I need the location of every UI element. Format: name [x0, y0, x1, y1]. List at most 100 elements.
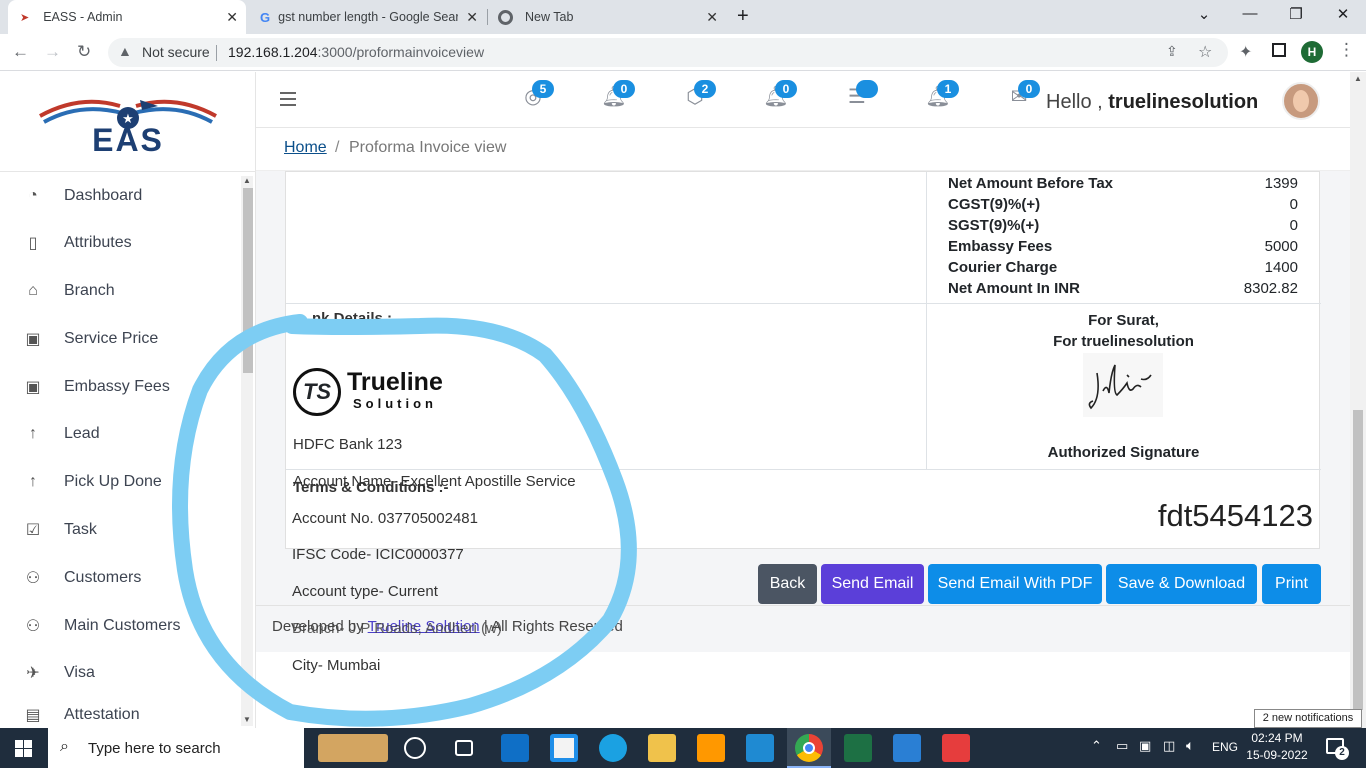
sidebar-scroll-thumb[interactable] [243, 188, 253, 373]
tab-title: gst number length - Google Sear [278, 10, 459, 24]
extensions-icon[interactable]: ✦ [1239, 42, 1252, 62]
sidebar-item-main-customers[interactable]: ⚇ Main Customers [0, 606, 236, 646]
language-indicator[interactable]: ENG [1212, 740, 1238, 754]
browser-menu-icon[interactable]: ⋮ [1338, 40, 1355, 60]
cortana-icon[interactable] [404, 737, 426, 759]
table-divider [286, 303, 1321, 304]
url-text[interactable]: 192.168.1.204:3000/proformainvoiceview [228, 44, 484, 60]
task-view-icon[interactable] [455, 740, 473, 756]
sidebar-item-label: Branch [64, 282, 115, 299]
new-tab-button[interactable]: + [737, 5, 749, 28]
close-window-icon[interactable]: ✕ [1331, 5, 1355, 23]
sidebar-item-dashboard[interactable]: ◔ Dashboard [0, 176, 236, 216]
back-arrow-icon[interactable]: ← [12, 42, 29, 62]
tray-meet-icon[interactable]: ▭ [1116, 738, 1128, 754]
chrome-icon [795, 734, 823, 762]
photos-icon[interactable] [893, 734, 921, 762]
sidebar-item-lead[interactable]: ↑ Lead [0, 414, 236, 454]
eas-logo[interactable]: ★ EAS [0, 72, 256, 172]
security-label[interactable]: Not secure [142, 44, 210, 60]
star-icon[interactable]: ☆ [1198, 42, 1212, 62]
chrome-taskbar-active[interactable] [787, 728, 831, 768]
sidebar-item-attributes[interactable]: ▯ Attributes [0, 223, 236, 263]
list-icon[interactable]: ☰ [842, 80, 878, 114]
page-scroll-thumb[interactable] [1353, 410, 1363, 710]
restore-icon[interactable]: ❐ [1284, 5, 1308, 23]
clock-time[interactable]: 02:24 PM [1246, 731, 1308, 745]
side-panel-icon[interactable] [1272, 43, 1286, 57]
share-icon[interactable]: ⇪ [1166, 43, 1178, 60]
bell-icon[interactable]: 🔔︎ 0 [761, 80, 797, 114]
scroll-down-icon[interactable]: ▼ [243, 715, 251, 724]
logo-text: EAS [92, 122, 164, 158]
tray-chevron-icon[interactable]: ⌃ [1091, 738, 1102, 754]
support-icon[interactable]: ◎ 5 [518, 80, 554, 114]
scroll-up-icon[interactable]: ▲ [1354, 74, 1362, 83]
greeting-text: Hello , [1046, 91, 1103, 113]
scroll-up-icon[interactable]: ▲ [243, 176, 251, 185]
reload-icon[interactable]: ↻ [77, 42, 91, 62]
trueline-logo: TS Trueline Solution [293, 366, 453, 418]
file-explorer-icon[interactable] [648, 734, 676, 762]
mail-app-icon[interactable] [501, 734, 529, 762]
breadcrumb-home-link[interactable]: Home [284, 139, 327, 157]
avatar[interactable] [1282, 82, 1320, 120]
print-button[interactable]: Print [1262, 564, 1321, 604]
tab-eass-admin[interactable]: ➤ EASS - Admin ✕ [8, 0, 246, 34]
sidebar-item-task[interactable]: ☑ Task [0, 510, 236, 550]
sidebar-item-service-price[interactable]: ▣ Service Price [0, 319, 236, 359]
sidebar-item-label: Service Price [64, 330, 159, 347]
taskbar-search-box[interactable]: ⌕ Type here to search [48, 728, 304, 768]
page-scrollbar[interactable]: ▲ [1350, 72, 1366, 728]
summary-row: CGST(9)%(+) 0 [948, 196, 1298, 217]
tab-search-icon[interactable]: ⌄ [1192, 5, 1216, 23]
sidebar-scrollbar[interactable]: ▲ ▼ [241, 176, 253, 726]
bell-icon[interactable]: 🔔︎ 1 [923, 80, 959, 114]
close-tab-icon[interactable]: ✕ [466, 9, 478, 26]
book-icon: ▯ [28, 235, 38, 252]
sidebar-item-label: Customers [64, 569, 142, 586]
notification-toast[interactable]: 2 new notifications [1254, 709, 1362, 728]
box-icon[interactable]: ⬡ 2 [680, 80, 716, 114]
hamburger-menu-icon[interactable] [280, 92, 296, 106]
gauge-icon: ◔ [28, 187, 38, 204]
content-lower-area [256, 652, 1350, 728]
tab-google-search[interactable]: G gst number length - Google Sear ✕ [250, 0, 486, 34]
sublime-icon[interactable] [697, 734, 725, 762]
send-email-pdf-button[interactable]: Send Email With PDF [928, 564, 1102, 604]
tab-new-tab[interactable]: New Tab ✕ [490, 0, 726, 34]
sidebar-item-label: Dashboard [64, 187, 143, 204]
tray-display-icon[interactable]: ▣ [1139, 738, 1151, 754]
store-icon[interactable] [550, 734, 578, 762]
forward-arrow-icon[interactable]: → [44, 42, 61, 62]
logo-word-solution: Solution [353, 396, 437, 411]
sidebar-item-visa[interactable]: ✈ Visa [0, 653, 236, 693]
address-bar[interactable]: ▲ Not secure 192.168.1.204:3000/proforma… [108, 38, 1228, 67]
edge-icon[interactable] [599, 734, 627, 762]
close-tab-icon[interactable]: ✕ [706, 9, 718, 26]
sidebar-item-pick-up-done[interactable]: ↑ Pick Up Done [0, 462, 236, 502]
save-download-button[interactable]: Save & Download [1106, 564, 1257, 604]
anydesk-icon[interactable] [942, 734, 970, 762]
mail-icon[interactable]: ✉ 0 [1004, 80, 1040, 114]
profile-avatar[interactable]: H [1301, 41, 1323, 63]
sidebar-item-attestation[interactable]: ▤ Attestation [0, 701, 236, 728]
search-highlight-image-icon[interactable] [318, 734, 388, 762]
tray-volume-icon[interactable]: 🔈︎ [1186, 737, 1194, 754]
minimize-icon[interactable]: — [1238, 5, 1262, 22]
vscode-icon[interactable] [746, 734, 774, 762]
sidebar-item-branch[interactable]: ⌂ Branch [0, 271, 236, 311]
bell-icon[interactable]: 🔔︎ 0 [599, 80, 635, 114]
excel-icon[interactable] [844, 734, 872, 762]
sidebar-item-embassy-fees[interactable]: ▣ Embassy Fees [0, 367, 236, 407]
sidebar-item-customers[interactable]: ⚇ Customers [0, 558, 236, 598]
tray-network-icon[interactable]: ◫ [1163, 738, 1175, 754]
send-email-button[interactable]: Send Email [821, 564, 924, 604]
users-icon: ⚇ [25, 618, 41, 635]
windows-start-icon[interactable] [15, 740, 32, 757]
clock-date[interactable]: 15-09-2022 [1246, 748, 1308, 762]
url-host: 192.168.1.204 [228, 44, 318, 60]
back-button[interactable]: Back [758, 564, 817, 604]
close-tab-icon[interactable]: ✕ [226, 9, 238, 26]
sidebar-item-label: Lead [64, 425, 100, 442]
